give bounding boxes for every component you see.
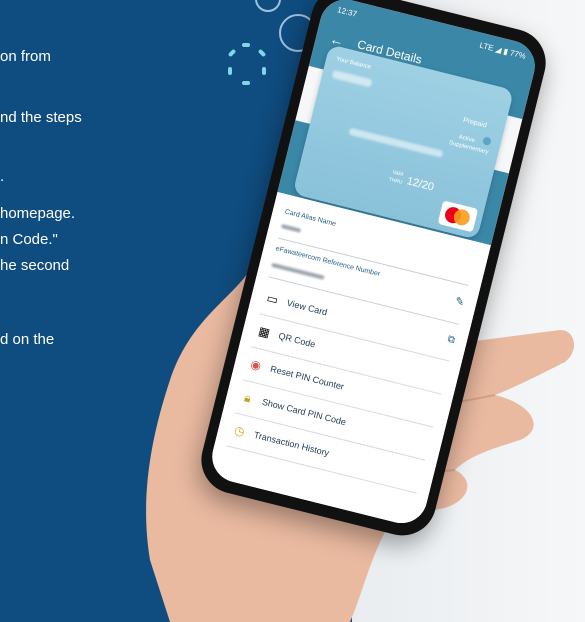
blurred-card-number [348, 127, 444, 158]
thru-label: THRU [388, 176, 403, 186]
edit-icon[interactable]: ✎ [454, 294, 466, 309]
copy-icon[interactable]: ⧉ [446, 334, 456, 346]
blurred-balance [331, 69, 373, 88]
lock-icon: 🔒︎ [243, 389, 253, 406]
status-time: 12:37 [336, 5, 358, 19]
reset-icon: ◉ [249, 356, 263, 374]
mastercard-logo [437, 200, 479, 233]
menu-label: Transaction History [252, 429, 331, 459]
qr-code-icon: ▦ [257, 323, 272, 341]
card-type: Prepaid [462, 116, 488, 130]
clock-icon: ◷ [232, 422, 247, 439]
menu-label: Reset PIN Counter [269, 363, 346, 392]
blurred-alias [280, 224, 302, 233]
menu-label: View Card [285, 297, 329, 318]
status-toggle[interactable] [482, 136, 492, 147]
balance-label: Your Balance [335, 56, 372, 71]
card-expiry: 12/20 [405, 175, 436, 194]
valid-label: Valid [391, 169, 404, 178]
blurred-reference [271, 262, 325, 280]
menu-label: QR Code [277, 330, 317, 350]
status-icons: LTE ◢ ▮ 77% [478, 40, 527, 61]
field-label: Card Alias Name [284, 208, 337, 228]
card-icon: ▭ [265, 290, 280, 308]
